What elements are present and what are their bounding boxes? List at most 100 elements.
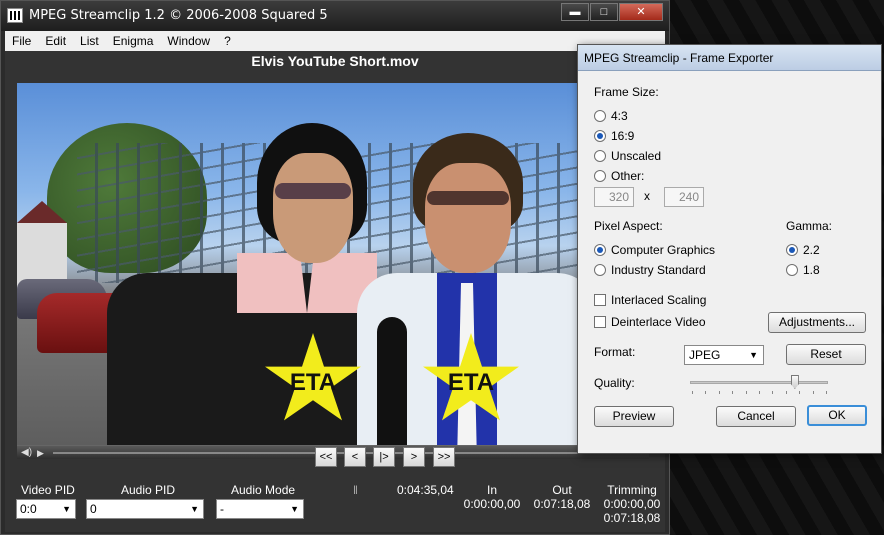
star-label-left: ETA	[289, 369, 337, 396]
current-time: 0:04:35,04	[397, 483, 454, 497]
slider-tick	[732, 391, 734, 394]
preview-button[interactable]: Preview	[594, 406, 674, 427]
dialog-title[interactable]: MPEG Streamclip - Frame Exporter	[578, 45, 881, 71]
slider-tick	[705, 391, 707, 394]
ok-button[interactable]: OK	[807, 405, 867, 426]
quality-label: Quality:	[594, 376, 635, 390]
audio-pid-label: Audio PID	[121, 483, 176, 497]
format-label: Format:	[594, 345, 636, 359]
audio-mode-label: Audio Mode	[231, 483, 296, 497]
play-icon[interactable]: ▶	[37, 448, 47, 458]
video-pid-select[interactable]: 0:0 ▼	[16, 499, 76, 519]
slider-tick	[772, 391, 774, 394]
slider-tick	[799, 391, 801, 394]
minimize-button[interactable]: ▬	[561, 3, 589, 21]
deinterlace-video-checkbox[interactable]	[594, 316, 606, 328]
step-forward-button[interactable]: >	[403, 447, 425, 467]
pixel-aspect-label: Pixel Aspect:	[594, 219, 663, 233]
slider-tick	[718, 391, 720, 394]
slider-tick	[745, 391, 747, 394]
title-bar[interactable]: MPEG Streamclip 1.2 © 2006-2008 Squared …	[1, 1, 669, 31]
pixel-aspect-industry-standard-radio[interactable]	[594, 264, 606, 276]
slider-tick	[692, 391, 693, 394]
out-label: Out	[552, 483, 572, 497]
close-button[interactable]: ✕	[619, 3, 663, 21]
video-frame: ETA ETA	[17, 83, 649, 445]
deinterlace-video-label[interactable]: Deinterlace Video	[611, 315, 706, 329]
audio-mode-value: -	[220, 502, 224, 516]
chevron-down-icon: ▼	[190, 504, 199, 514]
quality-slider-track[interactable]	[690, 381, 828, 384]
microphone	[377, 317, 407, 445]
out-value: 0:07:18,08	[533, 497, 591, 511]
forward-fast-button[interactable]: >>	[433, 447, 455, 467]
pixel-aspect-computer-graphics-label[interactable]: Computer Graphics	[611, 243, 715, 257]
gamma-1-8-radio[interactable]	[786, 264, 798, 276]
gamma-2-2-label[interactable]: 2.2	[803, 243, 820, 257]
video-pid-value: 0:0	[20, 502, 37, 516]
window-controls: ▬ □ ✕	[560, 3, 663, 21]
quality-slider-thumb[interactable]	[790, 375, 799, 389]
format-value: JPEG	[689, 348, 721, 362]
main-window: MPEG Streamclip 1.2 © 2006-2008 Squared …	[0, 0, 670, 535]
menu-list[interactable]: List	[73, 34, 106, 48]
frame-exporter-dialog: MPEG Streamclip - Frame Exporter Frame S…	[577, 44, 882, 454]
interlaced-scaling-checkbox[interactable]	[594, 294, 606, 306]
window-title: MPEG Streamclip 1.2 © 2006-2008 Squared …	[29, 8, 328, 23]
speaker-icon[interactable]: ◀)	[21, 448, 33, 458]
audio-pid-value: 0	[90, 502, 97, 516]
rewind-fast-button[interactable]: <<	[315, 447, 337, 467]
gamma-1-8-label[interactable]: 1.8	[803, 263, 820, 277]
frame-size-label: Frame Size:	[594, 85, 659, 99]
maximize-button[interactable]: □	[590, 3, 618, 21]
cancel-button[interactable]: Cancel	[716, 406, 796, 427]
menu-file[interactable]: File	[5, 34, 38, 48]
format-select[interactable]: JPEG ▼	[684, 345, 764, 365]
chevron-down-icon: ▼	[290, 504, 299, 514]
frame-size-4-3-radio[interactable]	[594, 110, 606, 122]
slider-tick	[785, 391, 787, 394]
other-height-field[interactable]: 240	[664, 187, 704, 207]
video-pid-label: Video PID	[21, 483, 75, 497]
step-back-button[interactable]: <	[344, 447, 366, 467]
pixel-aspect-computer-graphics-radio[interactable]	[594, 244, 606, 256]
adjustments-button[interactable]: Adjustments...	[768, 312, 866, 333]
audio-pid-select[interactable]: 0 ▼	[86, 499, 204, 519]
slider-tick	[759, 391, 760, 394]
reset-button[interactable]: Reset	[786, 344, 866, 365]
play-button[interactable]: |>	[373, 447, 395, 467]
trimming-start: 0:00:00,00	[603, 497, 661, 511]
other-width-field[interactable]: 320	[594, 187, 634, 207]
frame-size-unscaled-label[interactable]: Unscaled	[611, 149, 661, 163]
menu-bar: File Edit List Enigma Window ?	[5, 31, 665, 51]
gamma-label: Gamma:	[786, 219, 833, 233]
pause-marker: ‖	[353, 483, 358, 497]
slider-tick	[826, 391, 827, 394]
frame-size-unscaled-radio[interactable]	[594, 150, 606, 162]
menu-edit[interactable]: Edit	[38, 34, 73, 48]
menu-help[interactable]: ?	[217, 34, 238, 48]
interlaced-scaling-label[interactable]: Interlaced Scaling	[611, 293, 706, 307]
file-title: Elvis YouTube Short.mov	[251, 53, 419, 69]
trimming-end: 0:07:18,08	[603, 511, 661, 525]
in-label: In	[486, 483, 497, 497]
pixel-aspect-industry-standard-label[interactable]: Industry Standard	[611, 263, 706, 277]
menu-enigma[interactable]: Enigma	[106, 34, 161, 48]
in-value: 0:00:00,00	[463, 497, 521, 511]
trimming-label: Trimming	[607, 483, 657, 497]
frame-size-other-label[interactable]: Other:	[611, 169, 644, 183]
menu-window[interactable]: Window	[160, 34, 217, 48]
frame-size-16-9-label[interactable]: 16:9	[611, 129, 634, 143]
frame-size-other-radio[interactable]	[594, 170, 606, 182]
app-icon	[7, 8, 23, 23]
frame-size-16-9-radio[interactable]	[594, 130, 606, 142]
chevron-down-icon: ▼	[62, 504, 71, 514]
frame-size-4-3-label[interactable]: 4:3	[611, 109, 628, 123]
dimension-separator: x	[644, 189, 650, 203]
chevron-down-icon: ▼	[749, 350, 758, 360]
star-label-right: ETA	[447, 369, 495, 396]
audio-mode-select[interactable]: - ▼	[216, 499, 304, 519]
player-area: Elvis YouTube Short.mov ETA ETA ◀) ▶ Vid…	[5, 51, 665, 532]
gamma-2-2-radio[interactable]	[786, 244, 798, 256]
slider-tick	[812, 391, 814, 394]
